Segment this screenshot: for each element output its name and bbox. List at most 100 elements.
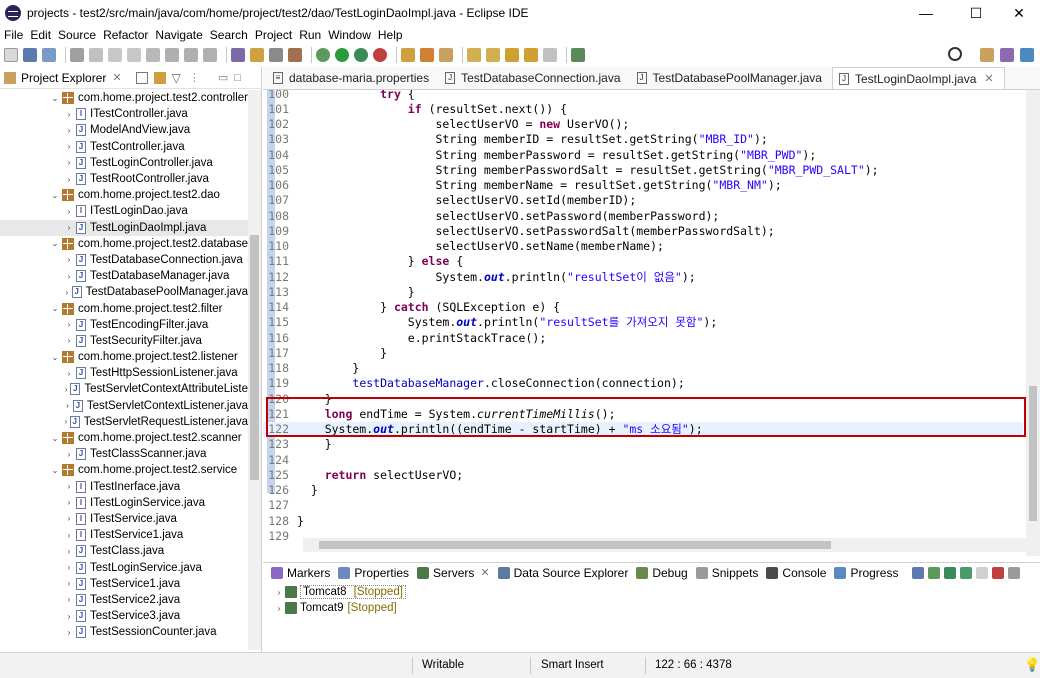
code-line[interactable]: 121 long endTime = System.currentTimeMil… bbox=[263, 406, 1023, 421]
code-line[interactable]: 126 } bbox=[263, 483, 1023, 498]
java-ee-perspective-icon[interactable] bbox=[1000, 48, 1014, 62]
file-node[interactable]: › J TestDatabaseConnection.java bbox=[0, 252, 248, 268]
start-server-icon[interactable] bbox=[944, 566, 957, 579]
block-selection-icon[interactable] bbox=[269, 48, 283, 62]
disconnect-icon[interactable] bbox=[146, 48, 160, 62]
file-node[interactable]: › J TestClass.java bbox=[0, 543, 248, 559]
step-into-icon[interactable] bbox=[165, 48, 179, 62]
menu-edit[interactable]: Edit bbox=[30, 28, 51, 42]
collapse-icon[interactable]: ⌄ bbox=[50, 191, 60, 200]
collapse-icon[interactable]: ⌄ bbox=[50, 304, 60, 313]
package-node[interactable]: ⌄ com.home.project.test2.filter bbox=[0, 300, 248, 316]
file-node[interactable]: › I ITestService1.java bbox=[0, 527, 248, 543]
expand-icon[interactable]: › bbox=[64, 612, 74, 621]
debug-icon[interactable] bbox=[316, 48, 330, 62]
close-icon[interactable]: ✕ bbox=[112, 71, 121, 84]
publish-icon[interactable] bbox=[1008, 566, 1021, 579]
forward-icon[interactable] bbox=[543, 48, 557, 62]
status-cursor-position[interactable]: 122 : 66 : 4378 bbox=[655, 659, 732, 671]
expand-icon[interactable]: › bbox=[64, 272, 74, 281]
expand-icon[interactable]: › bbox=[64, 223, 74, 232]
code-line[interactable]: 120 } bbox=[263, 391, 1023, 406]
open-task-icon[interactable] bbox=[250, 48, 264, 62]
file-node[interactable]: › J TestController.java bbox=[0, 139, 248, 155]
expand-icon[interactable]: › bbox=[64, 385, 68, 394]
expand-icon[interactable]: › bbox=[64, 595, 74, 604]
code-line[interactable]: 117 } bbox=[263, 345, 1023, 360]
collapse-icon[interactable]: ⌄ bbox=[50, 434, 60, 443]
open-perspective-icon[interactable] bbox=[980, 48, 994, 62]
code-line[interactable]: 107 selectUserVO.setId(memberID); bbox=[263, 193, 1023, 208]
collapse-all-icon[interactable] bbox=[135, 71, 148, 84]
code-line[interactable]: 115 System.out.println("resultSet를 가져오지 … bbox=[263, 315, 1023, 330]
filter-icon[interactable]: ▽ bbox=[172, 71, 181, 85]
view-menu-icon[interactable]: ⋮ bbox=[189, 71, 200, 84]
code-line[interactable]: 127 bbox=[263, 498, 1023, 513]
expand-icon[interactable]: › bbox=[64, 417, 68, 426]
explorer-scrollbar[interactable] bbox=[248, 90, 261, 650]
menu-source[interactable]: Source bbox=[58, 28, 96, 42]
tab-progress[interactable]: Progress bbox=[834, 566, 898, 580]
file-node[interactable]: › J ModelAndView.java bbox=[0, 122, 248, 138]
collapse-icon[interactable]: ⌄ bbox=[50, 353, 60, 362]
file-node[interactable]: › J TestSessionCounter.java bbox=[0, 624, 248, 640]
minimize-button[interactable]: — bbox=[903, 0, 949, 26]
close-tab-icon[interactable]: ✕ bbox=[480, 566, 489, 579]
pin-editor-icon[interactable] bbox=[571, 48, 585, 62]
expand-icon[interactable]: › bbox=[64, 369, 74, 378]
terminate-icon[interactable] bbox=[127, 48, 141, 62]
file-node[interactable]: › J TestClassScanner.java bbox=[0, 446, 248, 462]
editor-horizontal-scrollbar[interactable] bbox=[303, 538, 1026, 552]
menu-refactor[interactable]: Refactor bbox=[103, 28, 148, 42]
status-insert-mode[interactable]: Smart Insert bbox=[541, 659, 604, 671]
expand-icon[interactable]: › bbox=[64, 142, 74, 151]
scrollbar-thumb[interactable] bbox=[1029, 386, 1037, 521]
close-tab-icon[interactable]: ✕ bbox=[984, 72, 993, 85]
code-line[interactable]: 116 e.printStackTrace(); bbox=[263, 330, 1023, 345]
tab-data-source-explorer[interactable]: Data Source Explorer bbox=[497, 566, 628, 580]
debug-perspective-icon[interactable] bbox=[1020, 48, 1034, 62]
code-line[interactable]: 102 selectUserVO = new UserVO(); bbox=[263, 117, 1023, 132]
collapse-icon[interactable]: ⌄ bbox=[50, 239, 60, 248]
code-line[interactable]: 105 String memberPasswordSalt = resultSe… bbox=[263, 162, 1023, 177]
show-whitespace-icon[interactable] bbox=[288, 48, 302, 62]
stop-server-icon[interactable] bbox=[976, 566, 989, 579]
new-java-project-icon[interactable] bbox=[401, 48, 415, 62]
code-line[interactable]: 112 System.out.println("resultSet이 없음"); bbox=[263, 269, 1023, 284]
link-with-editor-icon[interactable] bbox=[153, 71, 166, 84]
tab-markers[interactable]: Markers bbox=[271, 566, 330, 580]
expand-icon[interactable]: › bbox=[64, 207, 74, 216]
profile-server-icon[interactable] bbox=[960, 566, 973, 579]
file-node[interactable]: › J TestServletRequestListener.java bbox=[0, 414, 248, 430]
file-node[interactable]: › J TestLoginDaoImpl.java bbox=[0, 219, 248, 236]
code-line[interactable]: 106 String memberName = resultSet.getStr… bbox=[263, 178, 1023, 193]
expand-icon[interactable]: › bbox=[64, 401, 71, 410]
package-node[interactable]: ⌄ com.home.project.test2.scanner bbox=[0, 430, 248, 446]
run-icon[interactable] bbox=[335, 48, 349, 62]
save-icon[interactable] bbox=[23, 48, 37, 62]
expand-icon[interactable]: › bbox=[64, 336, 74, 345]
expand-icon[interactable]: › bbox=[64, 255, 74, 264]
terminate-server-icon[interactable] bbox=[992, 566, 1005, 579]
expand-icon[interactable]: › bbox=[64, 547, 74, 556]
collapse-icon[interactable]: ⌄ bbox=[50, 466, 60, 475]
scrollbar-thumb[interactable] bbox=[250, 235, 259, 480]
file-node[interactable]: › J TestServletContextAttributeListe bbox=[0, 381, 248, 397]
coverage-icon[interactable] bbox=[354, 48, 368, 62]
file-node[interactable]: › J TestDatabasePoolManager.java bbox=[0, 284, 248, 300]
code-line[interactable]: 109 selectUserVO.setPasswordSalt(memberP… bbox=[263, 223, 1023, 238]
tab-snippets[interactable]: Snippets bbox=[695, 566, 758, 580]
expand-icon[interactable]: › bbox=[273, 604, 285, 613]
code-line[interactable]: 103 String memberID = resultSet.getStrin… bbox=[263, 132, 1023, 147]
tab-properties[interactable]: Properties bbox=[338, 566, 409, 580]
skip-breakpoints-icon[interactable] bbox=[70, 48, 84, 62]
code-line[interactable]: 119 testDatabaseManager.closeConnection(… bbox=[263, 376, 1023, 391]
expand-icon[interactable]: › bbox=[64, 450, 74, 459]
resume-icon[interactable] bbox=[89, 48, 103, 62]
file-node[interactable]: › I ITestLoginDao.java bbox=[0, 203, 248, 219]
debug-server-icon[interactable] bbox=[928, 566, 941, 579]
step-over-icon[interactable] bbox=[184, 48, 198, 62]
code-line[interactable]: 100 try { bbox=[263, 90, 1023, 101]
menu-search[interactable]: Search bbox=[210, 28, 248, 42]
tab-console[interactable]: Console bbox=[766, 566, 826, 580]
